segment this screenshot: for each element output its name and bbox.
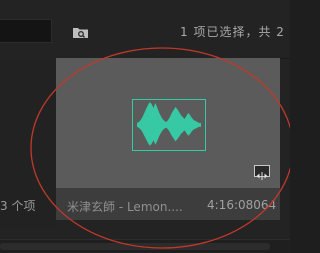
horizontal-scrollbar[interactable]: [0, 239, 290, 253]
clip-thumbnail-card[interactable]: 米津玄師 - Lemon.... 4:16:08064: [56, 58, 280, 220]
merged-clip-icon: [254, 165, 270, 180]
item-count: 3 个项: [0, 199, 36, 213]
selection-status: 1 项已选择，共 2: [180, 25, 285, 39]
scrollbar-thumb[interactable]: [0, 243, 270, 250]
clip-duration: 4:16:08064: [207, 198, 277, 212]
search-input[interactable]: [0, 19, 52, 43]
project-toolbar: 1 项已选择，共 2: [0, 0, 290, 59]
project-panel: 1 项已选择，共 2 3 个项 米津玄師 - Lemon.... 4:16:08…: [0, 0, 290, 253]
clip-thumbnail[interactable]: [56, 58, 280, 188]
audio-waveform-icon: [132, 99, 206, 151]
folder-search-icon[interactable]: [72, 24, 90, 38]
clip-name: 米津玄師 - Lemon....: [67, 200, 183, 214]
